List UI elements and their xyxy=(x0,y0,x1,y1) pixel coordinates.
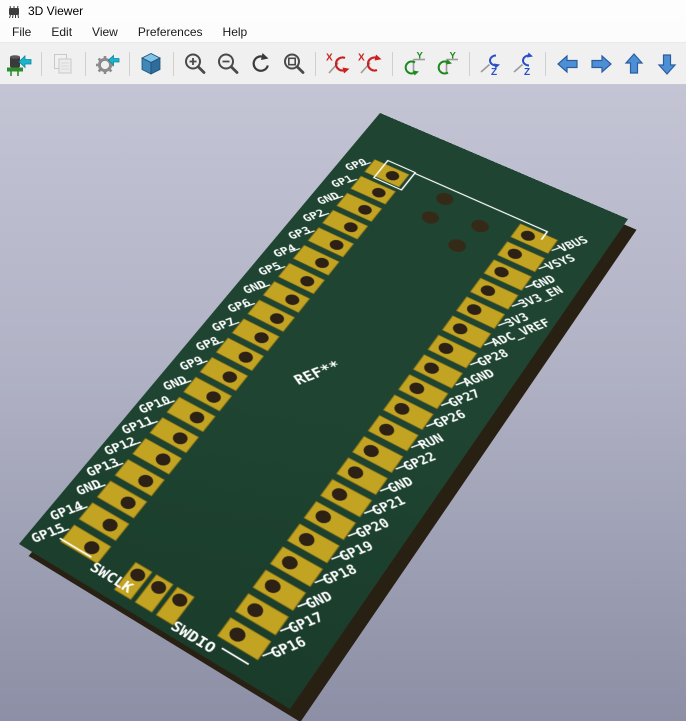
render-options-button[interactable] xyxy=(92,47,123,80)
pin-label-right: GP27 xyxy=(445,387,484,410)
pin-label-right: VSYS xyxy=(542,252,579,273)
rotate-x-counterclockwise-icon: X xyxy=(357,51,383,77)
rotate-y-cw-button[interactable]: Y xyxy=(399,47,430,80)
menu-edit[interactable]: Edit xyxy=(41,22,82,42)
pin-label-right: GP22 xyxy=(400,450,439,474)
rotate-x-cw-button[interactable]: X xyxy=(322,47,353,80)
toolbar-separator xyxy=(392,52,393,76)
pcb-board: GP0VBUSGP1VSYSGNDGNDGP23V3_ENGP33V3GP4AD… xyxy=(19,113,628,709)
toolbar-separator xyxy=(469,52,470,76)
pin-label-right: GP26 xyxy=(430,408,469,432)
pin-label-right: GP18 xyxy=(320,562,361,589)
rotate-z-counterclockwise-icon: Z xyxy=(511,51,537,77)
zoom-in-icon xyxy=(182,51,208,77)
menu-preferences[interactable]: Preferences xyxy=(128,22,213,42)
pcb-top-face: GP0VBUSGP1VSYSGNDGNDGP23V3_ENGP33V3GP4AD… xyxy=(19,113,628,709)
rotate-y-counterclockwise-icon: Y xyxy=(434,51,460,77)
pin-label-right: GP17 xyxy=(285,609,327,637)
rotate-y-clockwise-icon: Y xyxy=(401,51,427,77)
menubar: File Edit View Preferences Help xyxy=(0,22,686,42)
reload-board-button[interactable] xyxy=(4,47,35,80)
toolbar-separator xyxy=(85,52,86,76)
pan-down-arrow-icon xyxy=(654,51,680,77)
drill-hole xyxy=(445,237,469,255)
toolbar-separator xyxy=(129,52,130,76)
svg-text:Y: Y xyxy=(417,51,424,62)
redraw-button[interactable] xyxy=(245,47,276,80)
pan-left-arrow-icon xyxy=(555,51,581,77)
chip-icon xyxy=(6,3,22,19)
toolbar-separator xyxy=(41,52,42,76)
svg-text:Z: Z xyxy=(491,67,497,77)
reload-board-icon xyxy=(6,51,32,77)
zoom-out-icon xyxy=(215,51,241,77)
rotate-z-cw-button[interactable]: Z xyxy=(476,47,507,80)
pan-up-button[interactable] xyxy=(618,47,649,80)
3d-viewport[interactable]: GP0VBUSGP1VSYSGNDGNDGP23V3_ENGP33V3GP4AD… xyxy=(0,85,686,721)
pin-label-right: GP19 xyxy=(336,539,377,565)
svg-text:Z: Z xyxy=(524,67,530,77)
svg-text:Y: Y xyxy=(450,51,457,62)
zoom-out-button[interactable] xyxy=(212,47,243,80)
ref-designator-label: REF** xyxy=(291,358,344,388)
pan-right-arrow-icon xyxy=(588,51,614,77)
pin-label-left: GP12 xyxy=(102,435,140,459)
toolbar: X X Y Y xyxy=(0,42,686,85)
pan-right-button[interactable] xyxy=(585,47,616,80)
pin-label-right: VBUS xyxy=(555,234,591,254)
drill-hole xyxy=(433,191,456,208)
pin-label-right: AGND xyxy=(460,367,498,390)
drill-hole xyxy=(419,209,442,226)
pin-label-right: GP28 xyxy=(474,347,512,369)
pin-label-right: GP20 xyxy=(353,516,393,542)
pan-up-arrow-icon xyxy=(621,51,647,77)
cube-icon xyxy=(138,51,164,77)
toolbar-separator xyxy=(173,52,174,76)
toolbar-separator xyxy=(315,52,316,76)
pin-label-right: GP16 xyxy=(268,634,310,662)
pin-label-left: GP11 xyxy=(119,414,157,437)
titlebar: 3D Viewer xyxy=(0,0,686,22)
window-title: 3D Viewer xyxy=(28,4,83,18)
rotate-x-clockwise-icon: X xyxy=(325,51,351,77)
rotate-z-ccw-button[interactable]: Z xyxy=(509,47,540,80)
pin-label-left: GP13 xyxy=(84,456,122,480)
pin-label-right: RUN xyxy=(415,431,447,452)
toolbar-separator xyxy=(545,52,546,76)
zoom-fit-button[interactable] xyxy=(278,47,309,80)
copy-icon xyxy=(50,51,76,77)
zoom-to-fit-icon xyxy=(281,51,307,77)
render-options-gear-icon xyxy=(94,51,120,77)
svg-text:X: X xyxy=(358,52,365,63)
pan-down-button[interactable] xyxy=(651,47,682,80)
pin-label-right: GND xyxy=(385,474,417,496)
rotate-z-clockwise-icon: Z xyxy=(478,51,504,77)
svg-text:X: X xyxy=(326,52,333,63)
pin-label-right: GND xyxy=(303,589,336,613)
menu-file[interactable]: File xyxy=(2,22,41,42)
zoom-in-button[interactable] xyxy=(180,47,211,80)
rotate-y-ccw-button[interactable]: Y xyxy=(432,47,463,80)
drill-hole xyxy=(468,217,491,234)
menu-view[interactable]: View xyxy=(82,22,128,42)
pin-label-left: GP10 xyxy=(136,394,173,417)
menu-help[interactable]: Help xyxy=(213,22,258,42)
pin-label-right: GP21 xyxy=(369,493,409,518)
pan-left-button[interactable] xyxy=(552,47,583,80)
redraw-icon xyxy=(248,51,274,77)
copy-image-button[interactable] xyxy=(48,47,79,80)
projection-button[interactable] xyxy=(136,47,167,80)
rotate-x-ccw-button[interactable]: X xyxy=(355,47,386,80)
